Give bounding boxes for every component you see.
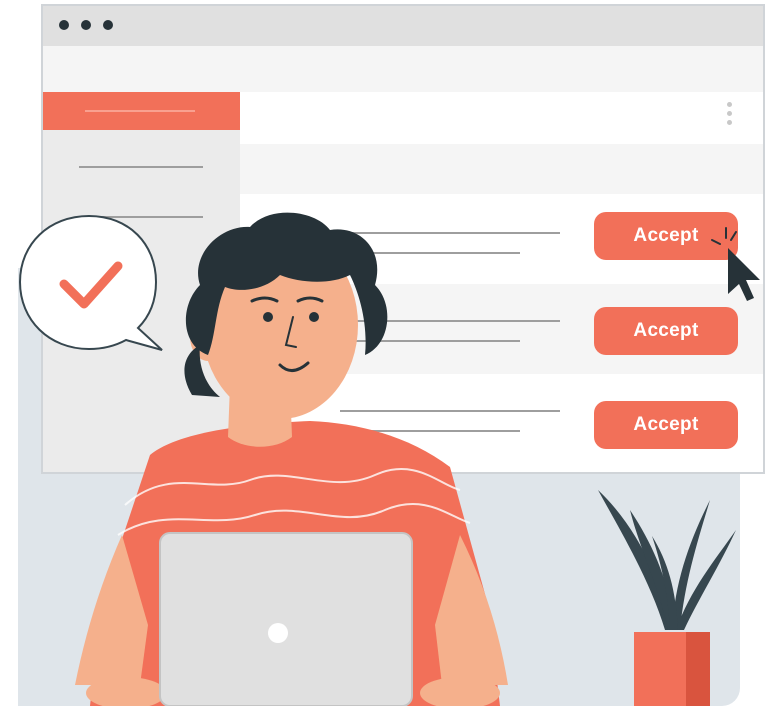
person [75,212,508,706]
window-dot [81,20,91,30]
plant [598,490,736,706]
accept-button[interactable]: Accept [594,307,738,355]
laptop [159,532,413,706]
mouse-pointer-icon [711,227,760,301]
window-dot [103,20,113,30]
kebab-menu-icon[interactable] [727,102,733,129]
sidebar-item[interactable] [79,166,203,168]
accept-button[interactable]: Accept [594,401,738,449]
title-bar [43,6,763,46]
window-dot [59,20,69,30]
header-row [240,92,763,144]
subheader-row [240,144,763,194]
toolbar [43,46,763,92]
sidebar-item-active[interactable] [43,92,240,130]
